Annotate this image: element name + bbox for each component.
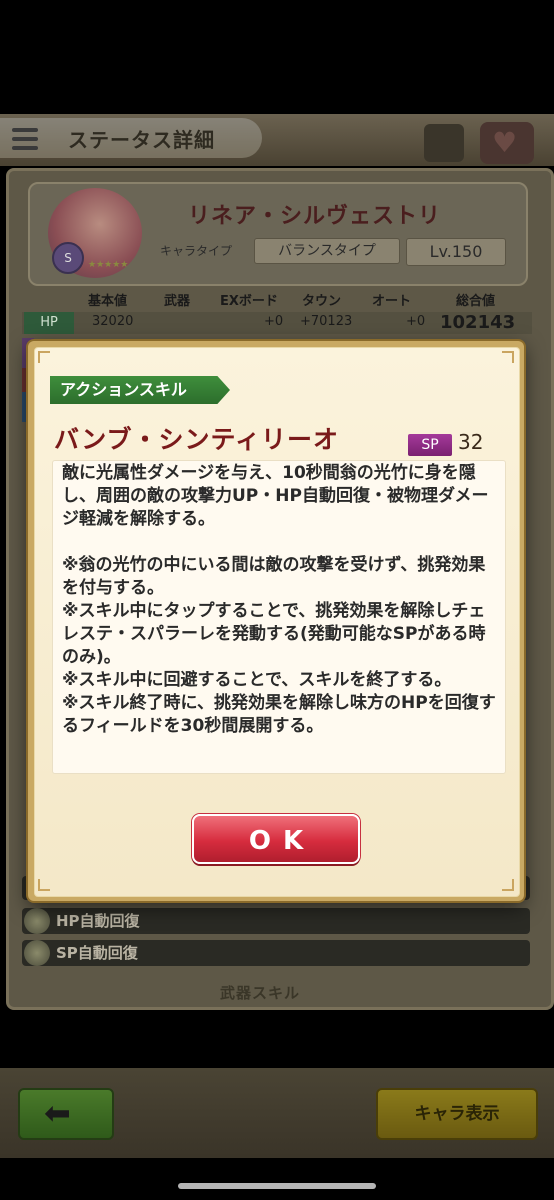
dialog-corner-ornament xyxy=(38,879,50,891)
attribute-badge-icon: S xyxy=(52,242,84,274)
home-indicator xyxy=(178,1183,376,1189)
rarity-stars: ★★★★★ xyxy=(88,260,129,270)
skill-name: バンブ・シンティリーオ xyxy=(54,425,340,454)
skill-label: SP自動回復 xyxy=(56,944,138,962)
lock-icon[interactable] xyxy=(424,124,464,162)
weapon-skill-heading: 武器スキル xyxy=(220,984,301,1002)
stat-col-weapon: 武器 xyxy=(164,294,191,309)
hp-exboard: +0 xyxy=(264,314,284,329)
dialog-corner-ornament xyxy=(502,879,514,891)
hp-base: 32020 xyxy=(92,314,134,329)
menu-icon[interactable] xyxy=(12,128,38,150)
hp-regen-icon xyxy=(24,908,50,934)
favorite-heart-icon[interactable]: ♥ xyxy=(480,122,534,164)
chara-type-value: バランスタイプ xyxy=(254,238,400,264)
skill-type-tag: アクションスキル xyxy=(50,376,230,404)
stat-col-total: 総合値 xyxy=(456,294,496,309)
back-button[interactable]: ⬅ xyxy=(18,1088,114,1140)
hp-town: +70123 xyxy=(300,314,353,329)
chara-display-button[interactable]: キャラ表示 xyxy=(376,1088,538,1140)
skill-label: HP自動回復 xyxy=(56,912,140,930)
stat-col-auto: オート xyxy=(372,294,412,309)
hp-label: HP xyxy=(24,312,74,334)
page-title: ステータス詳細 xyxy=(68,128,215,152)
stat-col-base: 基本値 xyxy=(88,294,128,309)
back-arrow-icon: ⬅ xyxy=(44,1094,71,1132)
dialog-corner-ornament xyxy=(502,351,514,363)
character-name: リネア・シルヴェストリ xyxy=(188,204,442,229)
chara-type-label: キャラタイプ xyxy=(160,244,233,258)
character-level: Lv.150 xyxy=(406,238,506,266)
skill-description: 敵に光属性ダメージを与え、10秒間翁の光竹に身を隠し、周囲の敵の攻撃力UP・HP… xyxy=(62,463,496,736)
hp-auto: +0 xyxy=(406,314,426,329)
sp-badge: SP xyxy=(408,434,452,456)
dialog-corner-ornament xyxy=(38,351,50,363)
ok-button[interactable]: OK xyxy=(192,814,360,864)
sp-value: 32 xyxy=(458,430,484,454)
stat-col-town: タウン xyxy=(302,294,342,309)
stat-col-exboard: EXボード xyxy=(220,294,278,309)
hp-total: 102143 xyxy=(440,312,516,333)
sp-regen-icon xyxy=(24,940,50,966)
